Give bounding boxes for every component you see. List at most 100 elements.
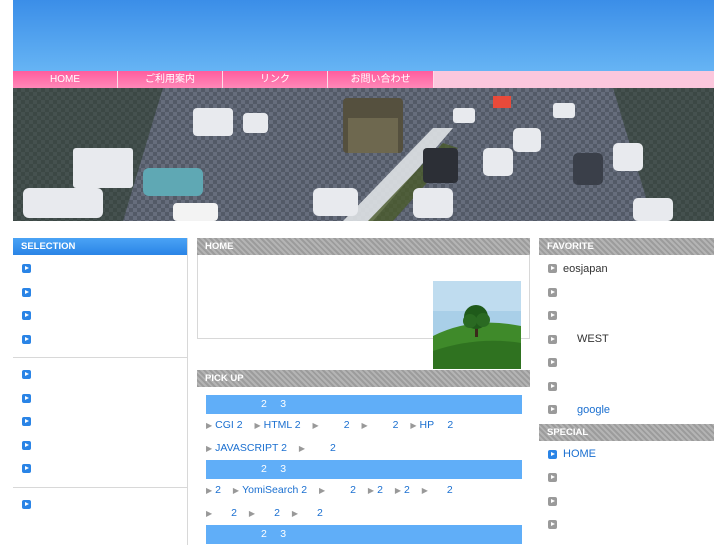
arrow-bullet-icon bbox=[548, 520, 557, 530]
triangle-icon: ▶ bbox=[291, 509, 298, 518]
arrow-bullet-icon bbox=[22, 334, 31, 344]
favorite-item[interactable] bbox=[539, 304, 714, 328]
pickup-row: ▶ JAVASCRIPT 2 ▶ 2 bbox=[206, 437, 530, 460]
arrow-bullet-icon bbox=[548, 381, 557, 391]
tree-photo bbox=[433, 281, 521, 369]
site-header bbox=[13, 0, 714, 71]
triangle-icon: ▶ bbox=[410, 421, 417, 430]
selection-group bbox=[13, 357, 187, 481]
selection-item[interactable] bbox=[13, 363, 187, 387]
favorite-item[interactable]: WEST bbox=[539, 328, 714, 352]
triangle-icon: ▶ bbox=[254, 421, 261, 430]
pickup-link[interactable]: 2 bbox=[330, 442, 336, 454]
pickup-link[interactable]: 2 bbox=[274, 507, 280, 519]
triangle-icon: ▶ bbox=[206, 509, 213, 518]
pickup-link[interactable]: 2 bbox=[317, 507, 323, 519]
pickup-bar: 2 3 bbox=[206, 460, 522, 479]
pickup-link[interactable]: YomiSearch 2 bbox=[242, 484, 307, 496]
pickup-link[interactable]: 2 bbox=[447, 484, 453, 496]
triangle-icon: ▶ bbox=[206, 421, 213, 430]
arrow-bullet-icon bbox=[22, 417, 31, 427]
home-box bbox=[197, 255, 530, 369]
triangle-icon: ▶ bbox=[318, 486, 326, 495]
pickup-link[interactable]: 2 bbox=[344, 419, 350, 431]
arrow-bullet-icon bbox=[22, 393, 31, 403]
arrow-bullet-icon bbox=[548, 405, 557, 415]
triangle-icon: ▶ bbox=[206, 486, 213, 495]
pickup-link[interactable]: 2 bbox=[377, 484, 383, 496]
arrow-bullet-icon bbox=[22, 370, 31, 380]
main-nav: HOME ご利用案内 リンク お問い合わせ bbox=[13, 71, 714, 88]
pickup-row: ▶ CGI 2 ▶ HTML 2 ▶ 2 ▶ 2 ▶ HP 2 bbox=[206, 414, 530, 437]
favorite-item[interactable] bbox=[539, 281, 714, 305]
arrow-bullet-icon bbox=[548, 473, 557, 483]
favorite-label: google bbox=[577, 403, 611, 416]
triangle-icon: ▶ bbox=[206, 444, 213, 453]
triangle-icon: ▶ bbox=[248, 509, 256, 518]
selection-item[interactable] bbox=[13, 434, 187, 458]
pickup-link[interactable]: HTML 2 bbox=[264, 419, 301, 431]
pickup-link[interactable]: HP 2 bbox=[420, 419, 454, 431]
arrow-bullet-icon bbox=[22, 287, 31, 297]
arrow-bullet-icon bbox=[22, 311, 31, 321]
pickup-link[interactable]: 2 bbox=[215, 484, 221, 496]
selection-item[interactable] bbox=[13, 328, 187, 352]
special-item[interactable] bbox=[539, 466, 714, 490]
selection-item[interactable] bbox=[13, 304, 187, 328]
pickup-heading: PICK UP bbox=[197, 370, 530, 387]
arrow-bullet-icon bbox=[548, 358, 557, 368]
triangle-icon: ▶ bbox=[298, 444, 306, 453]
arrow-bullet-icon bbox=[548, 287, 557, 297]
arrow-bullet-icon bbox=[22, 499, 31, 509]
nav-contact[interactable]: お問い合わせ bbox=[328, 71, 434, 88]
favorite-label: eosjapan bbox=[563, 262, 608, 275]
arrow-bullet-icon bbox=[548, 264, 557, 274]
triangle-icon: ▶ bbox=[421, 486, 428, 495]
selection-item[interactable] bbox=[13, 387, 187, 411]
special-item[interactable]: HOME bbox=[539, 443, 714, 467]
favorite-item[interactable]: google bbox=[539, 398, 714, 422]
special-item[interactable] bbox=[539, 513, 714, 537]
pickup-link[interactable]: JAVASCRIPT 2 bbox=[215, 442, 287, 454]
arrow-bullet-icon bbox=[548, 496, 557, 506]
nav-home[interactable]: HOME bbox=[13, 71, 118, 88]
hero-traffic-photo bbox=[13, 88, 714, 221]
arrow-bullet-icon bbox=[22, 264, 31, 274]
triangle-icon: ▶ bbox=[232, 486, 240, 495]
selection-item[interactable] bbox=[13, 257, 187, 281]
nav-links[interactable]: リンク bbox=[223, 71, 328, 88]
pickup-bar: 2 3 bbox=[206, 395, 522, 414]
pickup-link[interactable]: CGI 2 bbox=[215, 419, 242, 431]
special-label: HOME bbox=[563, 448, 596, 461]
right-column: FAVORITE eosjapan WEST google SPECIAL HO… bbox=[539, 238, 714, 537]
favorite-item[interactable]: eosjapan bbox=[539, 257, 714, 281]
triangle-icon: ▶ bbox=[367, 486, 375, 495]
selection-item[interactable] bbox=[13, 410, 187, 434]
pickup-link[interactable]: 2 bbox=[350, 484, 356, 496]
nav-guide[interactable]: ご利用案内 bbox=[118, 71, 223, 88]
arrow-bullet-icon bbox=[548, 334, 557, 344]
selection-item[interactable] bbox=[13, 281, 187, 305]
selection-heading: SELECTION bbox=[13, 238, 187, 255]
pickup-link[interactable]: 2 bbox=[393, 419, 399, 431]
arrow-bullet-icon bbox=[548, 449, 557, 459]
pickup-row: ▶ 2 ▶ 2 ▶ 2 bbox=[206, 502, 530, 525]
selection-column: SELECTION bbox=[13, 238, 188, 545]
triangle-icon: ▶ bbox=[312, 421, 319, 430]
special-item[interactable] bbox=[539, 490, 714, 514]
selection-item[interactable] bbox=[13, 493, 187, 517]
favorite-label: WEST bbox=[577, 333, 609, 346]
selection-item[interactable] bbox=[13, 457, 187, 481]
home-heading: HOME bbox=[197, 238, 530, 255]
favorite-item[interactable] bbox=[539, 375, 714, 399]
favorite-item[interactable] bbox=[539, 351, 714, 375]
triangle-icon: ▶ bbox=[361, 421, 368, 430]
pickup-row: ▶ 2 ▶ YomiSearch 2 ▶ 2 ▶ 2 ▶ 2 ▶ 2 bbox=[206, 479, 530, 502]
favorite-heading: FAVORITE bbox=[539, 238, 714, 255]
triangle-icon: ▶ bbox=[394, 486, 401, 495]
pickup-link[interactable]: 2 bbox=[404, 484, 410, 496]
special-heading: SPECIAL bbox=[539, 423, 714, 441]
arrow-bullet-icon bbox=[22, 440, 31, 450]
main-column: HOME PICK UP 2 3 ▶ CGI 2 ▶ HTML 2 ▶ 2 ▶ 2 ▶ H… bbox=[197, 238, 530, 544]
pickup-link[interactable]: 2 bbox=[231, 507, 237, 519]
